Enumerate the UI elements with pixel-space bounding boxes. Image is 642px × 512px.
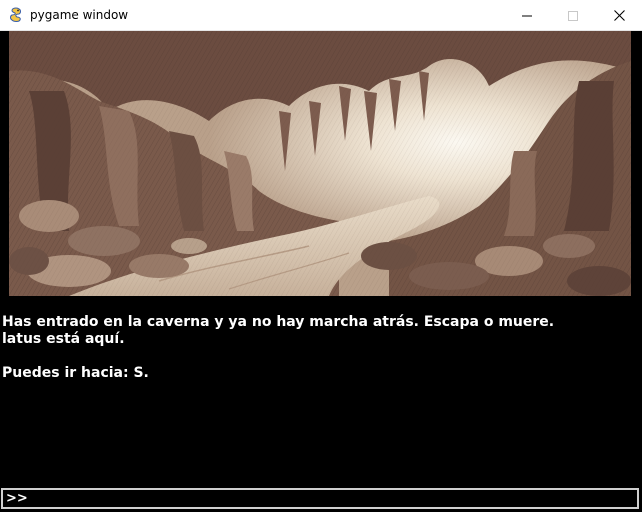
pygame-snake-icon <box>8 7 24 23</box>
window-title: pygame window <box>30 8 129 22</box>
command-input-box[interactable]: >> <box>1 488 639 509</box>
title-bar[interactable]: pygame window <box>0 0 642 31</box>
close-button[interactable] <box>596 0 642 30</box>
command-input[interactable] <box>29 490 629 507</box>
close-icon <box>613 6 625 25</box>
narrative-line: Has entrado en la caverna y ya no hay ma… <box>2 314 555 330</box>
narrative-spacer <box>2 348 638 365</box>
maximize-button[interactable] <box>550 0 596 30</box>
exits-line: Puedes ir hacia: S. <box>2 365 149 381</box>
command-prompt: >> <box>6 491 28 506</box>
minimize-button[interactable] <box>504 0 550 30</box>
maximize-icon <box>568 6 578 25</box>
pygame-window: pygame window Has entrado en la caverna … <box>0 0 642 512</box>
cave-scene-image <box>9 31 631 296</box>
narrative-line: latus está aquí. <box>2 331 125 347</box>
minimize-icon <box>522 6 532 25</box>
narrative-text: Has entrado en la caverna y ya no hay ma… <box>2 314 638 382</box>
